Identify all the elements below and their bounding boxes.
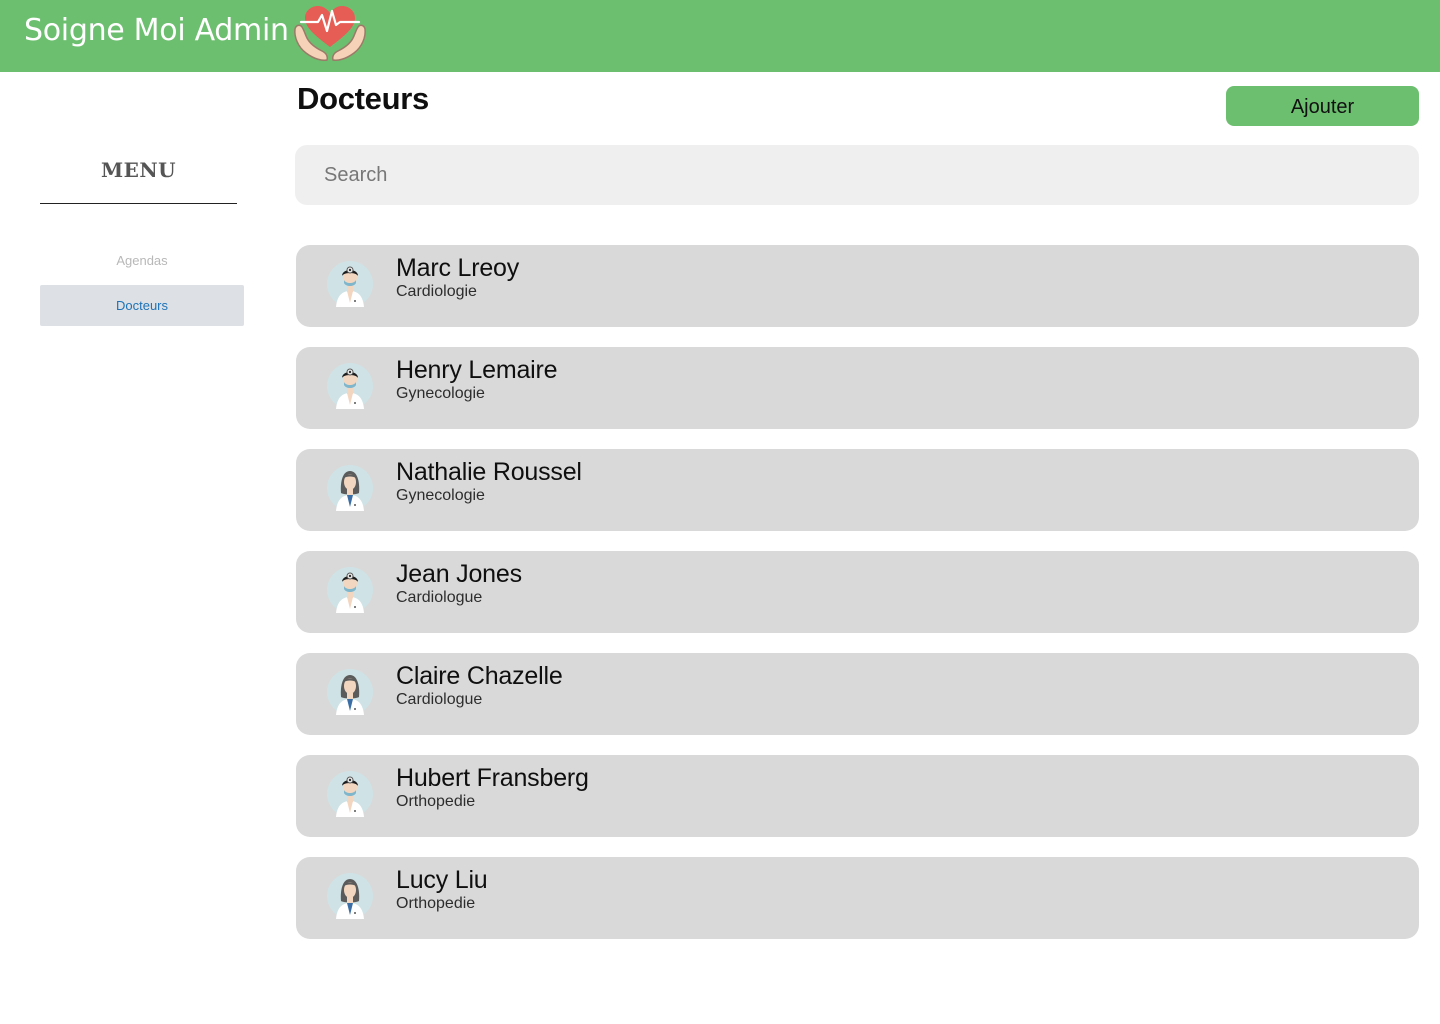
page-title: Docteurs [297, 81, 429, 116]
doctor-name: Marc Lreoy [396, 254, 520, 282]
female-doctor-icon [327, 465, 373, 511]
doctor-card[interactable]: Claire Chazelle Cardiologue [296, 653, 1419, 735]
doctor-specialty: Gynecologie [396, 487, 485, 504]
doctor-specialty: Orthopedie [396, 793, 476, 810]
male-doctor-icon [327, 771, 373, 817]
doctor-name: Jean Jones [396, 560, 522, 588]
doctor-specialty: Cardiologie [396, 283, 477, 300]
search-input[interactable] [295, 145, 1419, 205]
menu-divider [40, 203, 237, 204]
male-doctor-icon [327, 363, 373, 409]
doctor-specialty: Cardiologue [396, 589, 483, 606]
female-doctor-icon [327, 669, 373, 715]
doctor-card[interactable]: Nathalie Roussel Gynecologie [296, 449, 1419, 531]
doctor-card[interactable]: Lucy Liu Orthopedie [296, 857, 1419, 939]
search-bar [295, 145, 1419, 205]
male-doctor-icon [327, 567, 373, 613]
doctor-specialty: Gynecologie [396, 385, 485, 402]
doctor-name: Claire Chazelle [396, 662, 563, 690]
menu-title: MENU [100, 158, 177, 182]
app-title: Soigne Moi Admin [24, 13, 289, 48]
female-doctor-icon [327, 873, 373, 919]
doctor-name: Nathalie Roussel [396, 458, 582, 486]
doctor-name: Henry Lemaire [396, 356, 558, 384]
doctor-card[interactable]: Hubert Fransberg Orthopedie [296, 755, 1419, 837]
add-doctor-button[interactable]: Ajouter [1226, 86, 1419, 126]
heart-hands-icon [294, 6, 366, 61]
top-header-bar: Soigne Moi Admin [0, 0, 1440, 72]
sidebar-item-agendas[interactable]: Agendas [40, 240, 244, 281]
doctor-card[interactable]: Marc Lreoy Cardiologie [296, 245, 1419, 327]
doctor-specialty: Cardiologue [396, 691, 483, 708]
male-doctor-icon [327, 261, 373, 307]
doctor-list: Marc Lreoy Cardiologie Henry Lemaire Gyneco… [296, 245, 1419, 959]
doctor-name: Hubert Fransberg [396, 764, 589, 792]
doctor-specialty: Orthopedie [396, 895, 476, 912]
doctor-card[interactable]: Jean Jones Cardiologue [296, 551, 1419, 633]
doctor-name: Lucy Liu [396, 866, 488, 894]
sidebar-item-docteurs[interactable]: Docteurs [40, 285, 244, 326]
doctor-card[interactable]: Henry Lemaire Gynecologie [296, 347, 1419, 429]
